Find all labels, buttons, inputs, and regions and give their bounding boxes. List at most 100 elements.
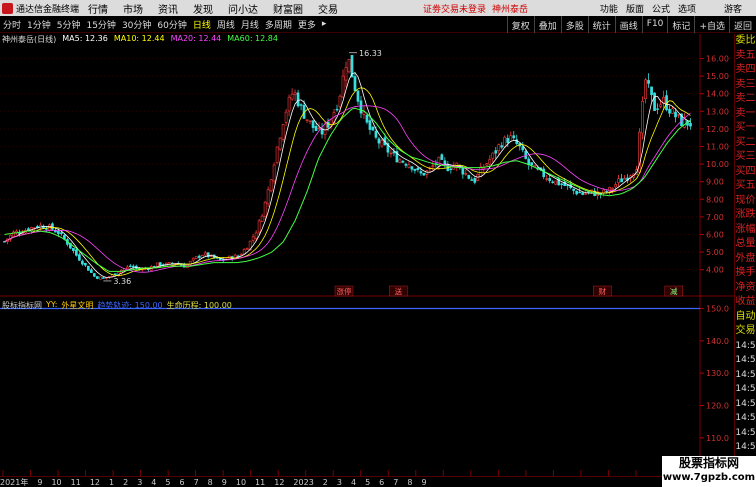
time-axis-label: 11: [255, 477, 266, 487]
period-1min[interactable]: 1分钟: [24, 18, 54, 31]
candle-body: [551, 181, 555, 183]
panel-item: 买二: [735, 136, 756, 148]
user-guest[interactable]: 游客: [724, 2, 742, 15]
panel-item: 买三: [735, 151, 756, 162]
menu-market[interactable]: 行情: [88, 1, 108, 16]
candle-body: [158, 262, 162, 266]
period-60min[interactable]: 60分钟: [154, 18, 189, 31]
stock-name: 神州泰岳: [492, 4, 529, 15]
chart-background: [0, 34, 734, 476]
candle-body: [260, 215, 264, 222]
tool-mark[interactable]: 标记: [667, 16, 694, 33]
candle-body: [449, 168, 453, 171]
indicator-yy-value: 外星文明: [61, 301, 94, 310]
period-30min[interactable]: 30分钟: [119, 18, 154, 31]
candle-body: [530, 162, 534, 166]
candle-body: [257, 220, 261, 233]
candle-body: [521, 146, 525, 151]
candle-body: [467, 174, 471, 179]
time-axis-label: 8: [407, 477, 413, 487]
time-axis-label: 11: [70, 477, 81, 487]
menu-wealth[interactable]: 财富圈: [273, 1, 303, 16]
candle-body: [671, 108, 674, 114]
period-more[interactable]: 更多: [295, 18, 319, 31]
menu-discover[interactable]: 发现: [193, 1, 213, 16]
tool-adjust[interactable]: 复权: [506, 16, 534, 33]
panel-item: 卖一: [735, 107, 756, 119]
candle: [422, 172, 426, 176]
tool-stats[interactable]: 统计: [587, 16, 615, 33]
candle-body: [653, 92, 656, 111]
period-weekly[interactable]: 周线: [214, 18, 238, 31]
menu-options[interactable]: 选项: [678, 2, 696, 15]
candle-body: [491, 152, 495, 159]
candle-body: [374, 131, 378, 138]
time-axis-label: 7: [193, 477, 199, 487]
menu-trade[interactable]: 交易: [318, 1, 338, 16]
candle: [503, 135, 507, 148]
order-book-panel: 委比 卖五 卖四 卖三 卖二 卖一 买一 买二 买三 买四 买五 现价 涨跌 涨幅 总量 外盘 换手 净资 收益 自动…: [734, 34, 756, 474]
ma20-value: MA20: 12.44: [170, 34, 222, 43]
indicator-tick-label: 140.0: [706, 337, 729, 346]
period-timeshare[interactable]: 分时: [0, 18, 24, 31]
kline-chart[interactable]: 16.00 15.00 14.00 13.00 12.00 11.00 10.00 9.00 8…: [0, 34, 734, 476]
price-tick-label: 12.00: [706, 125, 729, 134]
time-axis-label: 5: [365, 477, 371, 487]
menu-bar: 通达信金融终端 行情 市场 资讯 发现 问小达 财富圈 交易 证劵交易未登录 神…: [0, 0, 756, 16]
tool-back[interactable]: 返回: [728, 16, 756, 33]
period-toolbar: 分时 1分钟 5分钟 15分钟 30分钟 60分钟 日线 周线 月线 多周期 更…: [0, 16, 756, 33]
period-multi[interactable]: 多周期: [262, 18, 295, 31]
tool-overlay[interactable]: 叠加: [533, 16, 561, 33]
tool-add-favorite[interactable]: +自选: [694, 16, 729, 33]
indicator-trend: 趋势轨迹: 150.00: [97, 301, 163, 310]
tool-f10[interactable]: F10: [641, 16, 668, 33]
candle-body: [299, 104, 303, 106]
candle-body: [410, 166, 414, 170]
time-axis-label: 6: [379, 477, 385, 487]
candle-body: [113, 273, 117, 276]
candle-body: [614, 184, 617, 188]
candle-body: [647, 80, 650, 84]
menu-function[interactable]: 功能: [600, 2, 618, 15]
site-watermark: 股票指标网 www.7gpzb.com: [662, 456, 756, 487]
menu-markets[interactable]: 市场: [123, 1, 143, 16]
indicator-yy: YY:: [46, 300, 58, 309]
period-15min[interactable]: 15分钟: [83, 18, 118, 31]
period-monthly[interactable]: 月线: [238, 18, 262, 31]
menu-news[interactable]: 资讯: [158, 1, 178, 16]
candle-body: [608, 187, 611, 192]
candle-body: [128, 265, 132, 268]
candle: [194, 256, 198, 259]
time-axis-label: 4: [350, 477, 357, 487]
login-status[interactable]: 证劵交易未登录: [423, 2, 486, 15]
candle-body: [509, 135, 513, 142]
candle-body: [263, 201, 267, 217]
candle-body: [401, 160, 405, 163]
time-axis-bar[interactable]: 2021年 9 10 11 12 1 2 3 4 5 6 7 8 9 10 11 12 2023 2 3 4 5 6 7 8 9: [0, 476, 756, 487]
time-axis-label: 9: [221, 477, 227, 487]
time-axis-label: 7: [393, 477, 399, 487]
candle-body: [677, 114, 680, 116]
period-daily[interactable]: 日线: [190, 18, 214, 31]
candle-body: [284, 111, 288, 123]
period-5min[interactable]: 5分钟: [54, 18, 84, 31]
price-tick-label: 5.00: [706, 248, 724, 257]
panel-lower-item[interactable]: 交易: [735, 324, 756, 339]
price-tick-label: 6.00: [706, 230, 724, 239]
candle-body: [254, 232, 258, 239]
indicator-name[interactable]: 股标指标网: [2, 300, 42, 311]
time-axis-label: 3: [336, 477, 342, 487]
panel-lower-item[interactable]: 自动: [735, 310, 756, 325]
candle: [347, 59, 351, 74]
menu-layout[interactable]: 版面: [626, 2, 644, 15]
tool-draw[interactable]: 画线: [614, 16, 642, 33]
candle-body: [125, 266, 129, 269]
candle-body: [398, 159, 402, 163]
candle-body: [377, 138, 381, 144]
candle-body: [659, 104, 662, 107]
more-arrow-icon[interactable]: ▸: [319, 19, 330, 29]
candle-body: [581, 192, 585, 195]
menu-ask[interactable]: 问小达: [228, 1, 258, 16]
tool-multi[interactable]: 多股: [560, 16, 588, 33]
menu-formula[interactable]: 公式: [652, 2, 670, 15]
